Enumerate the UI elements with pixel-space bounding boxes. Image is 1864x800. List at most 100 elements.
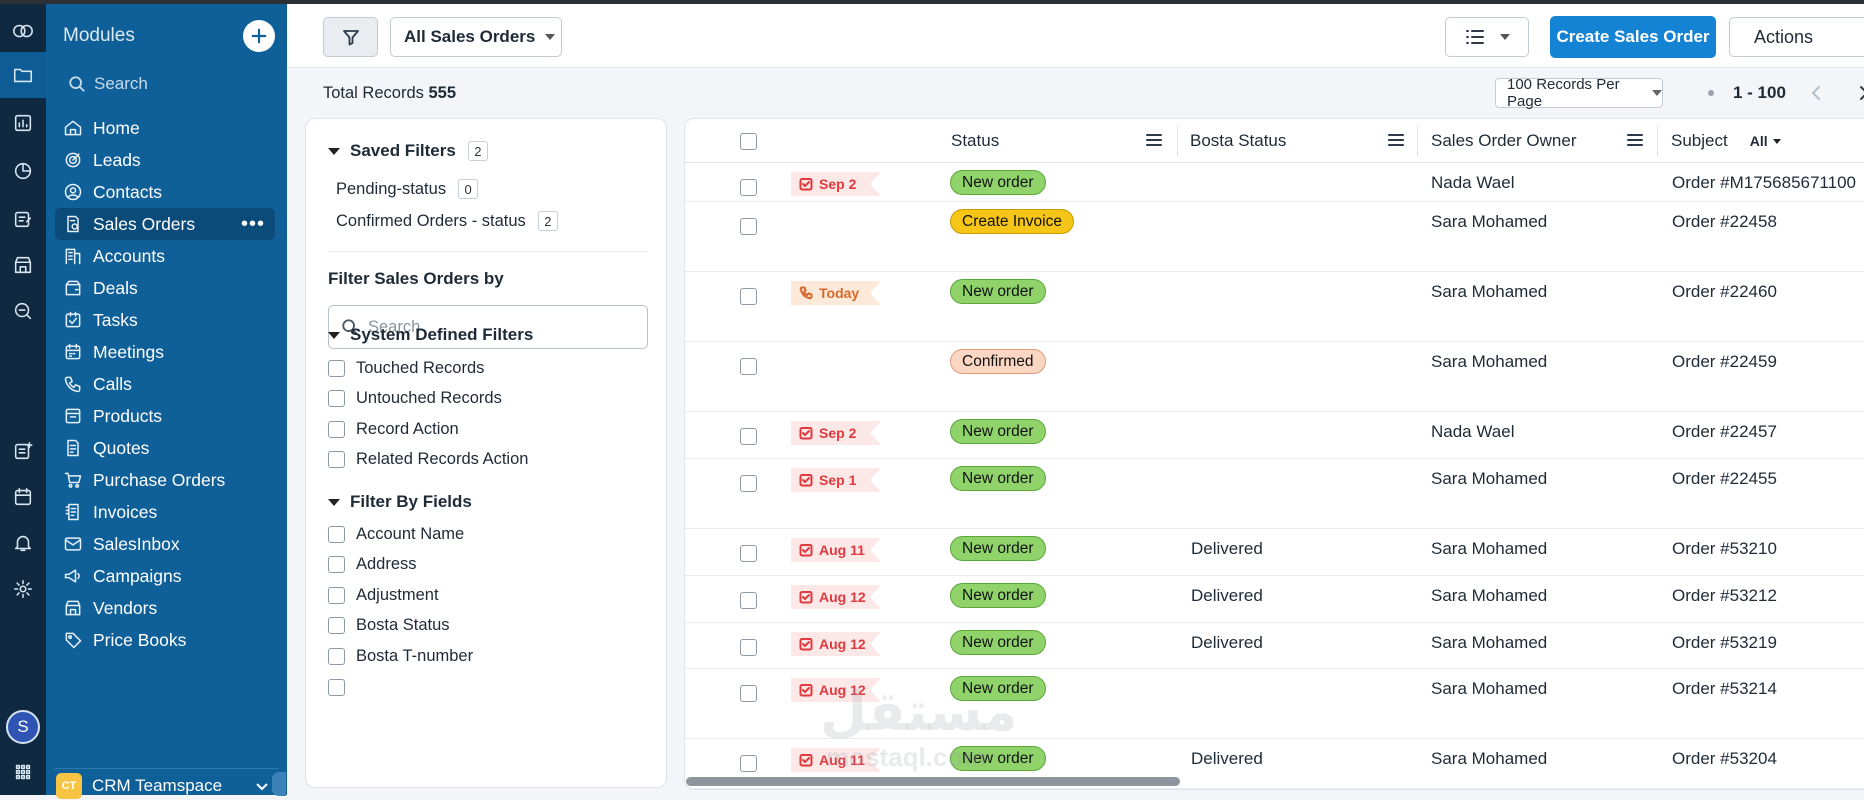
subject-cell[interactable]: Order #53219 [1672,633,1777,653]
row-checkbox[interactable] [740,685,757,702]
modules-search[interactable]: Search [60,68,270,100]
column-header-subject[interactable]: Subject All [1671,119,1781,163]
add-module-button[interactable] [243,20,275,52]
owner-cell[interactable]: Sara Mohamed [1431,633,1547,653]
status-badge[interactable]: New order [950,746,1046,771]
owner-cell[interactable]: Sara Mohamed [1431,679,1547,699]
sidebar-item-home[interactable]: Home [55,112,275,144]
owner-cell[interactable]: Sara Mohamed [1431,282,1547,302]
table-row[interactable]: Sep 2 New order Nada Wael Order #M175685… [685,163,1864,202]
checkbox[interactable] [328,587,345,604]
subject-cell[interactable]: Order #53214 [1672,679,1777,699]
user-avatar[interactable]: S [6,710,40,744]
fields-filters-header[interactable]: Filter By Fields [328,492,472,512]
subject-cell[interactable]: Order #22458 [1672,212,1777,232]
column-menu-icon[interactable] [1627,133,1643,147]
actions-button[interactable]: Actions [1729,17,1864,57]
checkbox[interactable] [328,648,345,665]
column-header-bosta-status[interactable]: Bosta Status [1190,119,1286,163]
sidebar-item-calls[interactable]: Calls [55,368,275,400]
select-all-checkbox[interactable] [740,133,757,150]
add-note-icon[interactable] [0,428,46,474]
saved-filter-item[interactable]: Confirmed Orders - status 2 [336,211,558,231]
status-badge[interactable]: New order [950,583,1046,608]
subject-cell[interactable]: Order #22459 [1672,352,1777,372]
sidebar-item-contacts[interactable]: Contacts [55,176,275,208]
sidebar-item-purchase-orders[interactable]: Purchase Orders [55,464,275,496]
sidebar-item-deals[interactable]: Deals [55,272,275,304]
create-sales-order-button[interactable]: Create Sales Order [1550,16,1716,58]
table-row[interactable]: Aug 11 New order Delivered Sara Mohamed … [685,529,1864,576]
column-divider[interactable] [1657,125,1658,157]
checkbox[interactable] [328,526,345,543]
row-checkbox[interactable] [740,475,757,492]
zoho-logo-icon[interactable] [0,8,46,54]
filter-option[interactable]: Record Action [328,420,459,439]
owner-cell[interactable]: Sara Mohamed [1431,469,1547,489]
sidebar-item-accounts[interactable]: Accounts [55,240,275,272]
status-badge[interactable]: New order [950,170,1046,195]
subject-filter-dropdown[interactable]: All [1750,133,1781,149]
app-grid-icon[interactable] [0,749,46,795]
due-date-tag[interactable]: Aug 12 [791,678,881,702]
checkbox[interactable] [328,556,345,573]
column-divider[interactable] [1177,125,1178,157]
checkbox[interactable] [328,451,345,468]
sidebar-item-sales-orders[interactable]: Sales Orders ••• [55,208,275,240]
column-header-status[interactable]: Status [951,119,999,163]
sidebar-item-vendors[interactable]: Vendors [55,592,275,624]
sidebar-item-products[interactable]: Products [55,400,275,432]
row-checkbox[interactable] [740,592,757,609]
bell-icon[interactable] [0,520,46,566]
sidebar-item-quotes[interactable]: Quotes [55,432,275,464]
row-checkbox[interactable] [740,218,757,235]
analytics-icon[interactable] [0,148,46,194]
collapse-sidebar-handle[interactable] [272,772,286,796]
row-checkbox[interactable] [740,179,757,196]
sidebar-item-campaigns[interactable]: Campaigns [55,560,275,592]
settings-gear-icon[interactable] [0,566,46,612]
due-date-tag[interactable]: Sep 2 [791,421,881,445]
due-date-tag[interactable]: Today [791,281,881,305]
table-row[interactable]: Sep 2 New order Nada Wael Order #22457 [685,412,1864,459]
checkbox[interactable] [328,679,345,696]
due-date-tag[interactable]: Aug 12 [791,585,881,609]
sidebar-item-meetings[interactable]: Meetings [55,336,275,368]
owner-cell[interactable]: Sara Mohamed [1431,212,1547,232]
records-per-page-select[interactable]: 100 Records Per Page [1495,76,1663,110]
filter-toggle-button[interactable] [323,17,378,57]
sidebar-item-price-books[interactable]: Price Books [55,624,275,656]
due-date-tag[interactable]: Sep 2 [791,172,881,196]
filter-option[interactable]: Untouched Records [328,389,502,408]
row-checkbox[interactable] [740,639,757,656]
sidebar-item-tasks[interactable]: Tasks [55,304,275,336]
due-date-tag[interactable]: Sep 1 [791,468,881,492]
saved-filters-header[interactable]: Saved Filters 2 [328,141,488,161]
field-filter-option[interactable]: Account Name [328,525,464,544]
row-checkbox[interactable] [740,358,757,375]
status-badge[interactable]: Confirmed [950,349,1046,374]
column-header-owner[interactable]: Sales Order Owner [1431,119,1577,163]
next-page-button[interactable] [1854,84,1864,102]
row-checkbox[interactable] [740,288,757,305]
status-badge[interactable]: New order [950,279,1046,304]
row-checkbox[interactable] [740,545,757,562]
table-row[interactable]: Aug 12 New order Delivered Sara Mohamed … [685,623,1864,669]
requests-icon[interactable] [0,196,46,242]
teamspace-switcher[interactable]: CT CRM Teamspace [54,768,279,800]
status-badge[interactable]: New order [950,466,1046,491]
due-date-tag[interactable]: Aug 12 [791,632,881,656]
saved-filter-item[interactable]: Pending-status 0 [336,179,479,199]
horizontal-scrollbar[interactable] [686,777,1180,786]
status-badge[interactable]: New order [950,676,1046,701]
view-selector[interactable]: All Sales Orders [390,17,562,57]
filter-option[interactable]: Related Records Action [328,450,528,469]
column-menu-icon[interactable] [1388,133,1404,147]
system-filters-header[interactable]: System Defined Filters [328,325,533,345]
sidebar-item-invoices[interactable]: Invoices [55,496,275,528]
owner-cell[interactable]: Nada Wael [1431,422,1514,442]
subject-cell[interactable]: Order #22455 [1672,469,1777,489]
field-filter-option[interactable]: Bosta Status [328,616,450,635]
checkbox[interactable] [328,617,345,634]
modules-folder-icon[interactable] [0,52,46,98]
